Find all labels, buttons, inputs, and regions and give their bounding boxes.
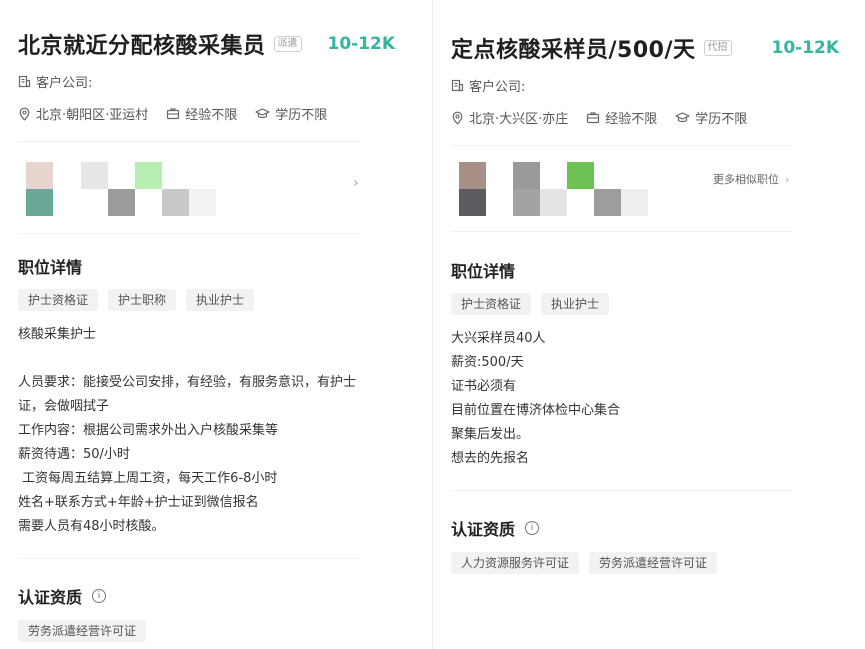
building-icon	[451, 79, 464, 92]
separator	[451, 490, 793, 491]
client-company-line: 客户公司:	[18, 72, 110, 91]
client-company-label: 客户公司:	[36, 76, 93, 91]
job-title: 定点核酸采样员/500/天	[451, 38, 696, 63]
location: 北京·大兴区·亦庄	[451, 108, 568, 127]
skill-tags: 护士资格证 执业护士	[451, 293, 619, 315]
location-text: 北京·朝阳区·亚运村	[36, 108, 149, 123]
more-similar-text: 更多相似职位	[713, 173, 779, 186]
skill-tag: 护士资格证	[18, 289, 99, 311]
job-panel-right: 定点核酸采样员/500/天 代招 10-12K 客户公司: 北京·大兴区·亦庄 …	[433, 0, 865, 649]
salary: 10-12K	[771, 38, 840, 58]
cert-tag: 劳务派遣经营许可证	[18, 620, 147, 642]
building-icon	[18, 75, 31, 88]
section-title-text: 职位详情	[18, 258, 83, 277]
more-similar-jobs-link[interactable]: 更多相似职位 ›	[713, 171, 789, 187]
location-text: 北京·大兴区·亦庄	[469, 112, 569, 127]
experience: 经验不限	[586, 108, 657, 127]
section-certification: 认证资质 i	[451, 516, 540, 540]
job-description: 大兴采样员40人 薪资:500/天 证书必须有 目前位置在博济体检中心集合 聚集…	[451, 331, 621, 466]
briefcase-icon	[167, 108, 180, 120]
salary: 10-12K	[327, 34, 396, 54]
chevron-right-icon: ›	[785, 172, 790, 186]
briefcase-icon	[587, 112, 600, 124]
education-text: 学历不限	[275, 108, 328, 123]
separator	[18, 558, 360, 559]
cert-tag: 劳务派遣经营许可证	[589, 552, 718, 574]
experience-text: 经验不限	[605, 112, 658, 127]
education-text: 学历不限	[695, 112, 748, 127]
job-title: 北京就近分配核酸采集员	[18, 34, 266, 59]
client-company-label: 客户公司:	[469, 80, 526, 95]
experience-text: 经验不限	[185, 108, 238, 123]
title-row: 定点核酸采样员/500/天 代招 10-12K	[451, 32, 839, 64]
experience: 经验不限	[166, 104, 237, 123]
skill-tag: 执业护士	[186, 289, 255, 311]
graduation-cap-icon	[675, 112, 690, 123]
client-company-line: 客户公司:	[451, 76, 543, 95]
separator	[18, 233, 360, 234]
client-company: 客户公司:	[18, 72, 92, 91]
section-title-text: 职位详情	[451, 262, 516, 281]
info-icon[interactable]: i	[525, 521, 540, 535]
skill-tag: 执业护士	[541, 293, 610, 315]
education: 学历不限	[675, 108, 747, 127]
separator	[451, 145, 793, 146]
job-type-badge: 派遣	[273, 36, 302, 52]
client-company: 客户公司:	[451, 76, 525, 95]
separator	[451, 231, 793, 232]
job-type-badge: 代招	[703, 40, 732, 56]
section-title-text: 认证资质	[451, 520, 516, 539]
graduation-cap-icon	[255, 108, 270, 119]
title-row: 北京就近分配核酸采集员 派遣 10-12K	[18, 28, 395, 60]
certification-tags: 人力资源服务许可证 劳务派遣经营许可证	[451, 552, 727, 574]
skill-tags: 护士资格证 护士职称 执业护士	[18, 289, 264, 311]
certification-tags: 劳务派遣经营许可证	[18, 620, 156, 642]
section-job-detail: 职位详情	[18, 254, 82, 278]
location-pin-icon	[19, 107, 30, 121]
section-job-detail: 职位详情	[451, 258, 515, 282]
job-meta: 北京·朝阳区·亚运村 经验不限 学历不限	[18, 104, 345, 123]
cert-tag: 人力资源服务许可证	[451, 552, 580, 574]
job-meta: 北京·大兴区·亦庄 经验不限 学历不限	[451, 108, 765, 127]
location-pin-icon	[452, 111, 463, 125]
info-icon[interactable]: i	[92, 589, 107, 603]
section-title-text: 认证资质	[18, 588, 83, 607]
section-certification: 认证资质 i	[18, 584, 107, 608]
location: 北京·朝阳区·亚运村	[18, 104, 148, 123]
job-panel-left: 北京就近分配核酸采集员 派遣 10-12K 客户公司: 北京·朝阳区·亚运村 经…	[0, 0, 432, 649]
skill-tag: 护士资格证	[451, 293, 532, 315]
separator	[18, 141, 360, 142]
skill-tag: 护士职称	[108, 289, 177, 311]
job-description: 核酸采集护士 人员要求：能接受公司安排，有经验，有服务意识，有护士证，会做咽拭子…	[18, 327, 357, 534]
chevron-right-icon[interactable]: ›	[353, 175, 359, 191]
education: 学历不限	[255, 104, 327, 123]
